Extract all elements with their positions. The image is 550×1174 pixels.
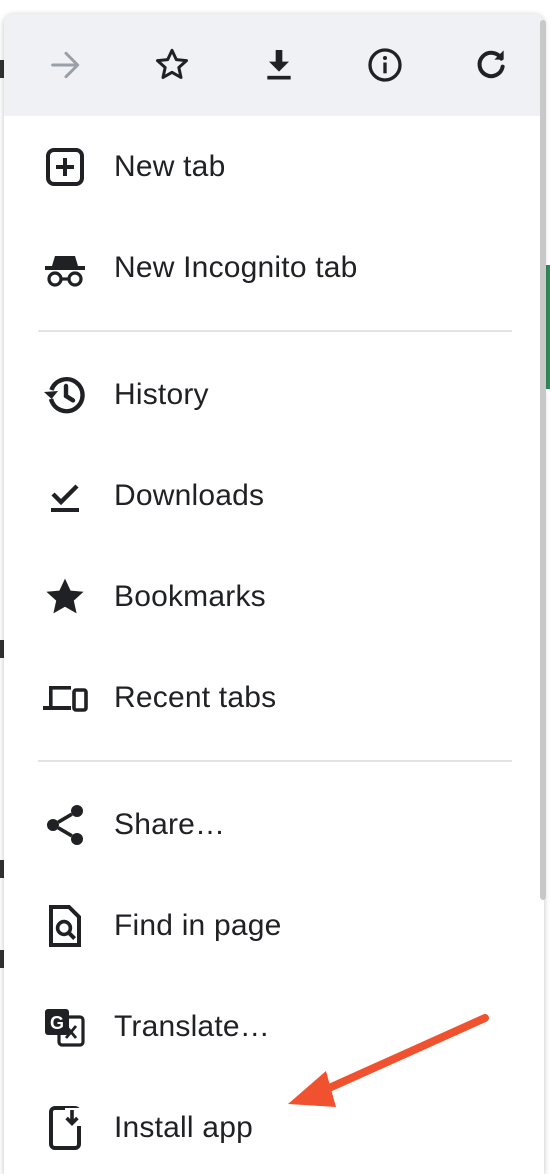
menu-item-label: Share… [114, 807, 226, 841]
forward-button[interactable] [38, 37, 94, 93]
menu-item-label: Bookmarks [114, 579, 266, 613]
menu-scrollbar[interactable] [540, 20, 546, 900]
translate-icon: G [38, 1000, 92, 1054]
download-icon [266, 50, 291, 80]
menu-divider [38, 330, 512, 332]
menu-item-install-app[interactable]: Install app [4, 1077, 544, 1174]
menu-item-label: Find in page [114, 908, 282, 942]
install-app-icon [38, 1101, 92, 1155]
menu-item-label: New Incognito tab [114, 250, 358, 284]
menu-item-new-incognito-tab[interactable]: New Incognito tab [4, 217, 544, 318]
share-icon [38, 798, 92, 852]
info-icon [368, 48, 402, 82]
menu-toolbar [4, 14, 544, 116]
star-icon [38, 570, 92, 624]
star-outline-icon [156, 48, 189, 79]
plus-box-icon [38, 140, 92, 194]
menu-item-label: Recent tabs [114, 680, 277, 714]
menu-item-recent-tabs[interactable]: Recent tabs [4, 647, 544, 748]
menu-item-history[interactable]: History [4, 344, 544, 445]
menu-item-label: History [114, 377, 209, 411]
menu-item-label: Translate… [114, 1009, 270, 1043]
menu-item-share[interactable]: Share… [4, 774, 544, 875]
menu-item-new-tab[interactable]: New tab [4, 116, 544, 217]
overflow-menu: New tab New Incognito tab History Downlo… [4, 14, 544, 1174]
history-icon [38, 368, 92, 422]
download-button[interactable] [251, 37, 307, 93]
menu-item-downloads[interactable]: Downloads [4, 445, 544, 546]
menu-item-label: Downloads [114, 478, 265, 512]
reload-button[interactable] [463, 37, 519, 93]
svg-text:G: G [50, 1013, 64, 1033]
menu-divider [38, 760, 512, 762]
refresh-icon [477, 50, 505, 79]
find-in-page-icon [38, 899, 92, 953]
menu-item-label: New tab [114, 149, 226, 183]
arrow-right-icon [51, 51, 80, 79]
bookmark-button[interactable] [144, 37, 200, 93]
download-done-icon [38, 469, 92, 523]
menu-item-label: Install app [114, 1110, 253, 1144]
page-info-button[interactable] [357, 37, 413, 93]
incognito-icon [38, 241, 92, 295]
menu-item-translate[interactable]: G Translate… [4, 976, 544, 1077]
menu-item-find-in-page[interactable]: Find in page [4, 875, 544, 976]
menu-item-bookmarks[interactable]: Bookmarks [4, 546, 544, 647]
devices-icon [38, 671, 92, 725]
